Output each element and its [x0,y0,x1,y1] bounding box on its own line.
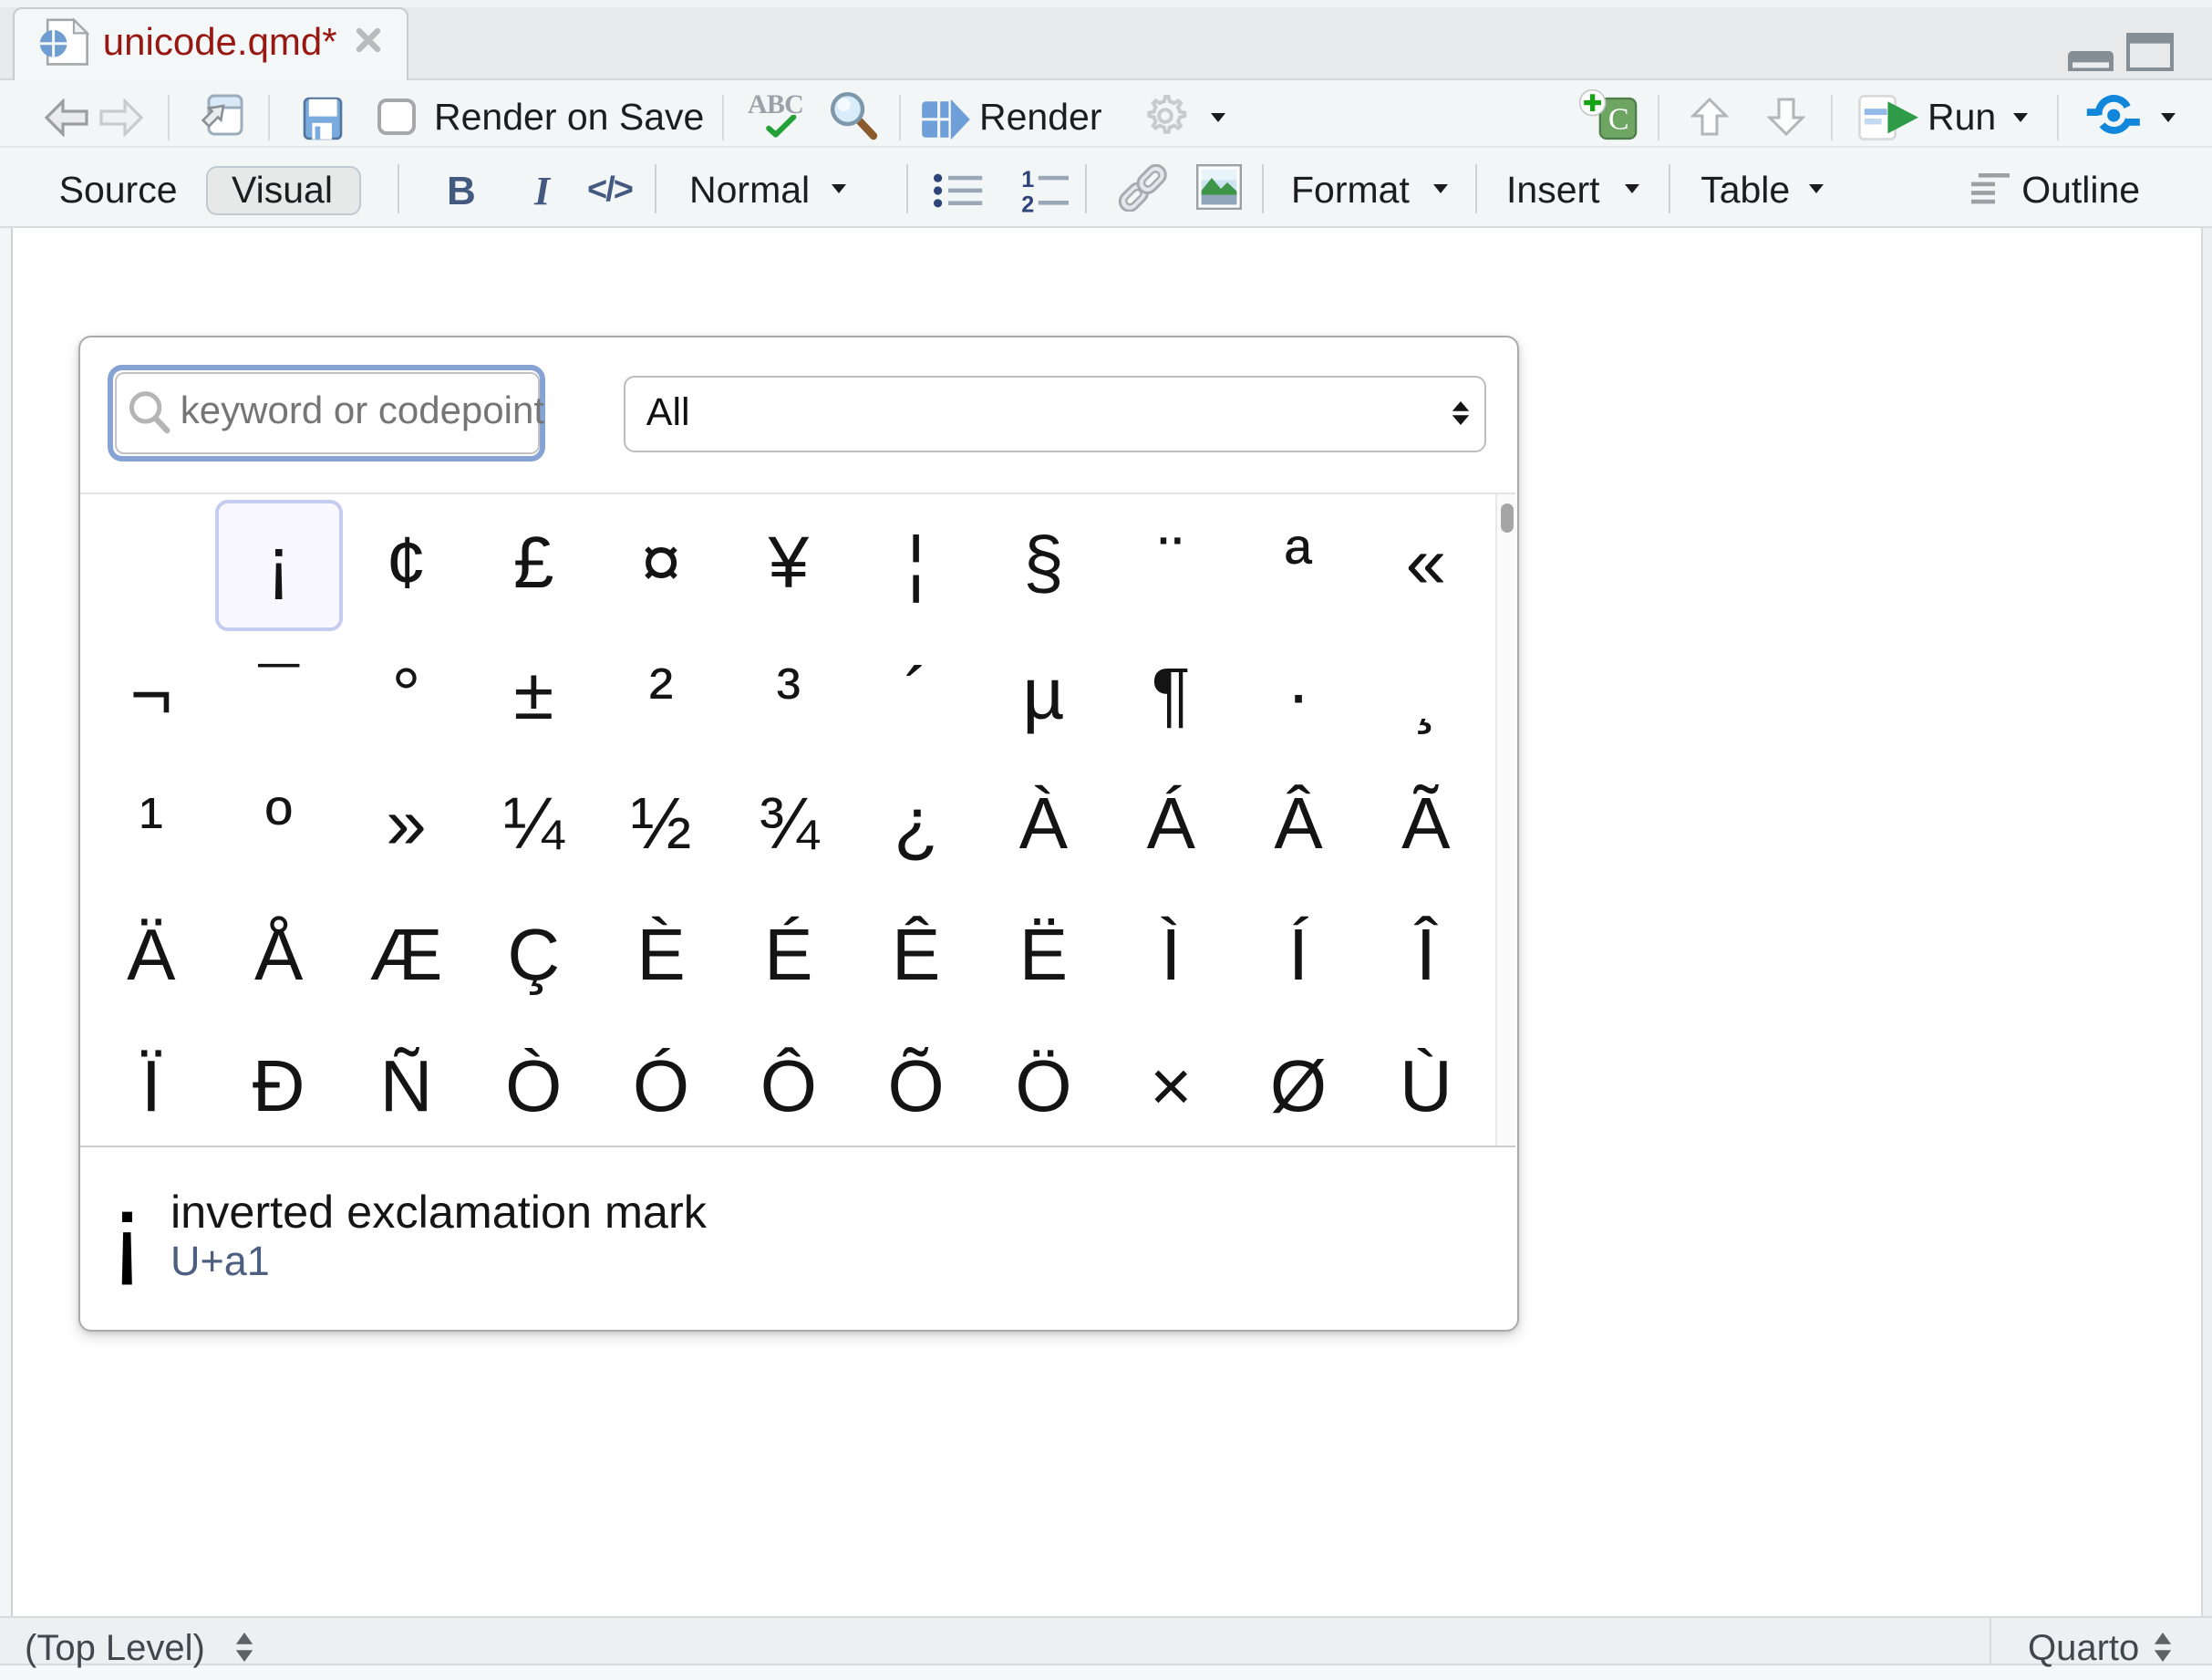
svg-text:1: 1 [1021,169,1034,192]
svg-text:2: 2 [1021,191,1034,213]
svg-text:C: C [1608,102,1629,136]
